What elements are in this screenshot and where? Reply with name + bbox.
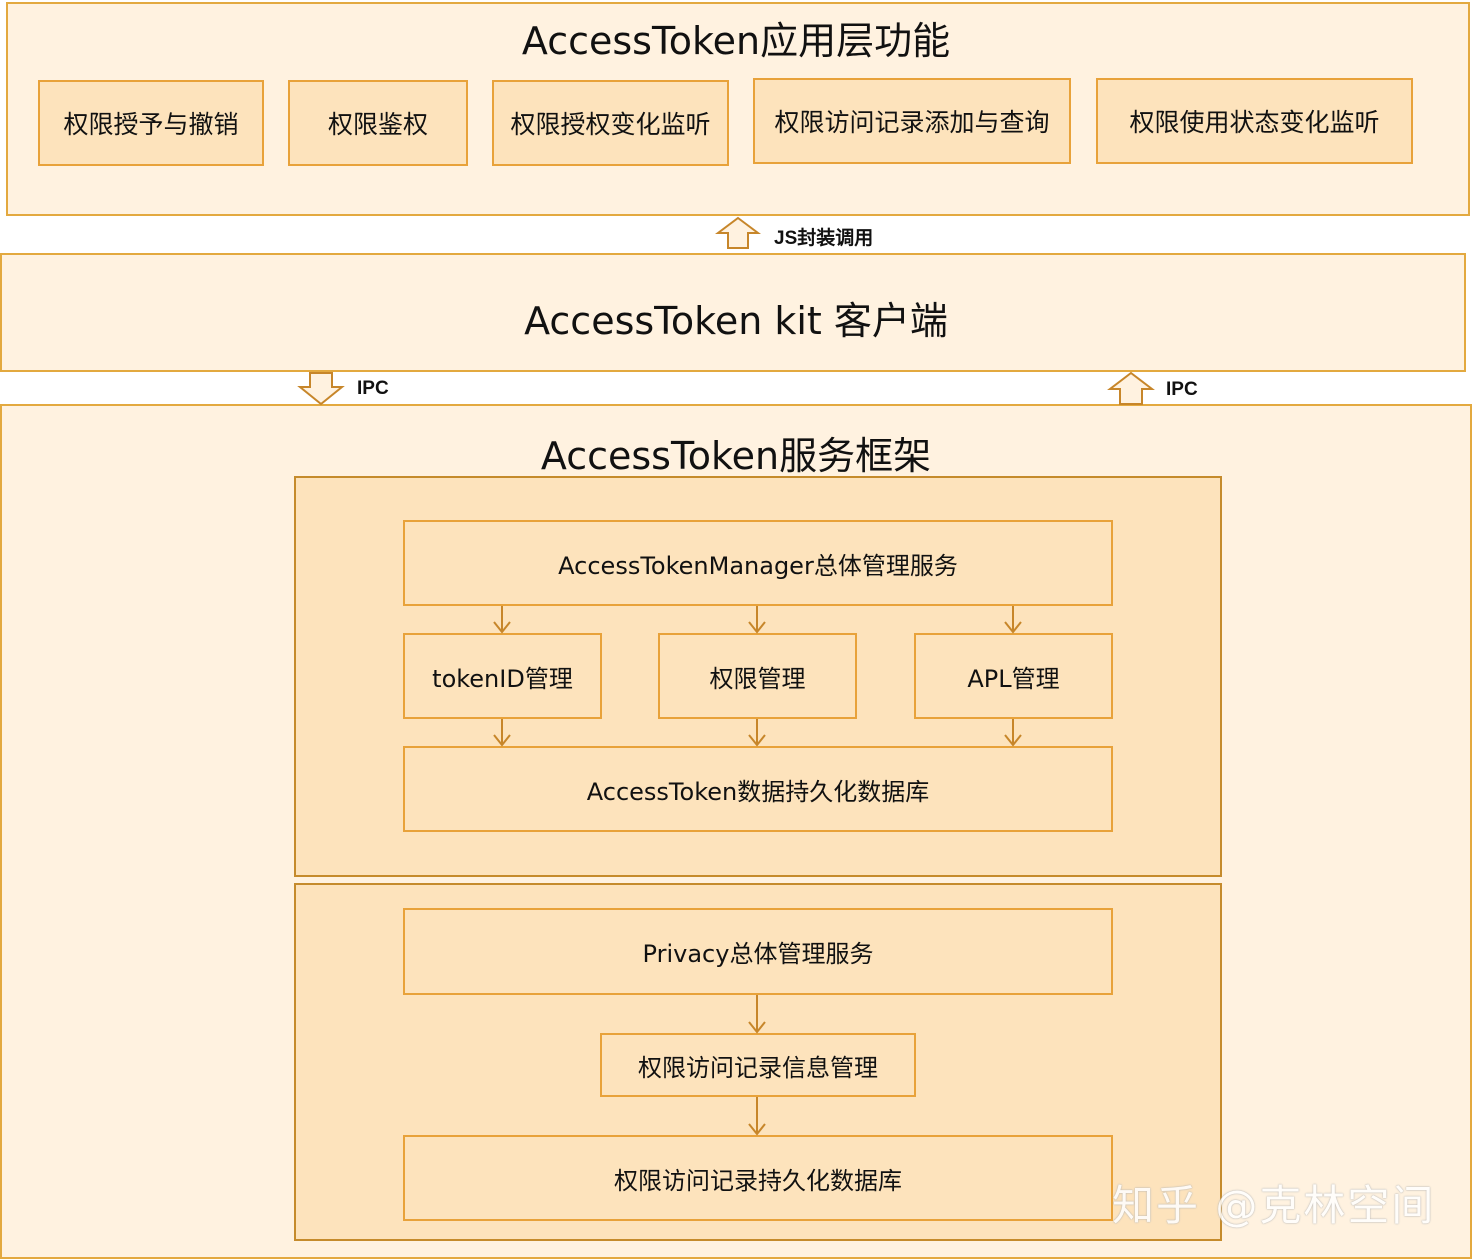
js-call-label: JS封装调用: [774, 228, 874, 249]
ipc-down-arrow: [297, 372, 345, 406]
ipc-up-arrow: [1107, 371, 1155, 405]
connector-layer: [297, 216, 1155, 1136]
watermark: 知乎 @克林空间: [1112, 1181, 1436, 1230]
ipc-right-label: IPC: [1166, 379, 1198, 400]
ipc-left-label: IPC: [357, 378, 389, 399]
js-up-arrow: [715, 216, 761, 249]
